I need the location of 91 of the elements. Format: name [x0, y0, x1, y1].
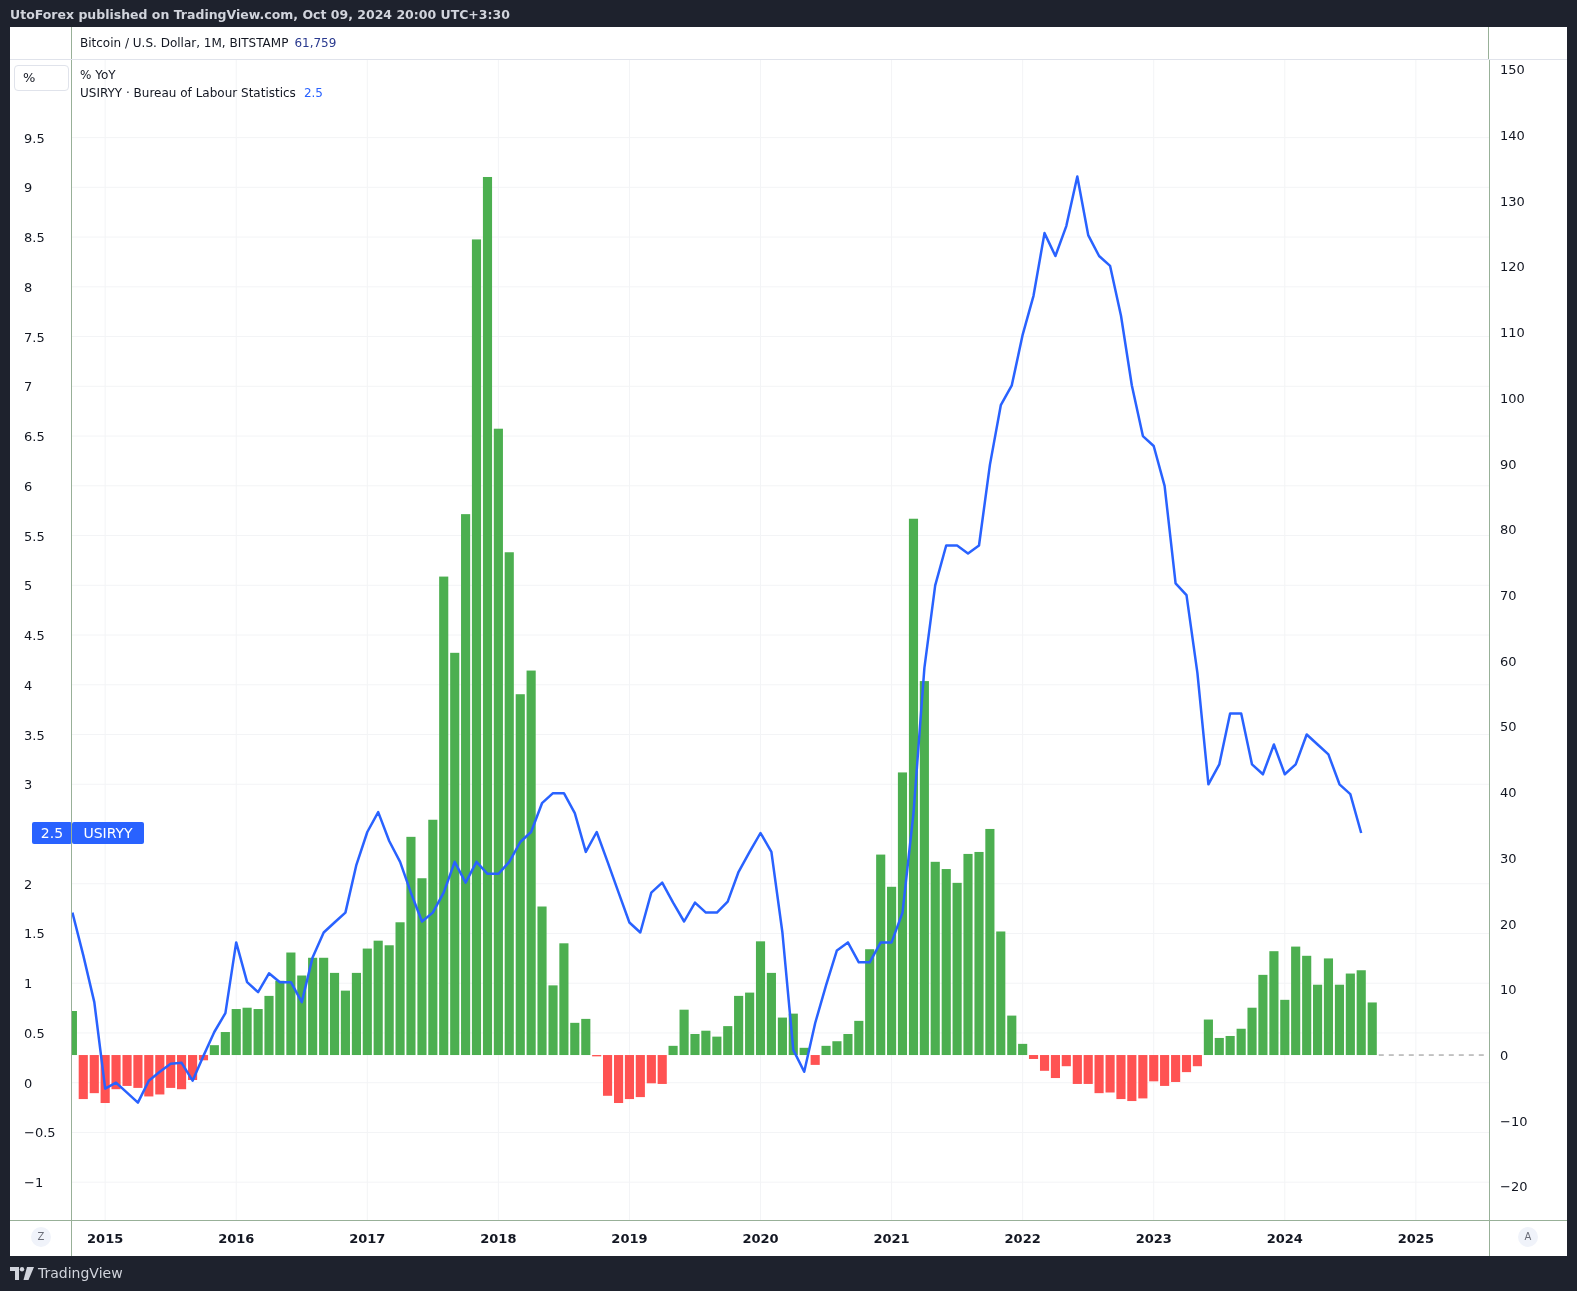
histogram-bar	[1083, 1055, 1093, 1084]
histogram-bar	[155, 1055, 165, 1095]
histogram-bar	[1116, 1055, 1126, 1100]
axis-label: 2025	[1397, 1231, 1434, 1246]
axis-label: 150	[1500, 62, 1525, 78]
axis-label: 120	[1500, 259, 1525, 275]
axis-label: 2023	[1135, 1231, 1172, 1246]
price-value: 61,759	[294, 36, 337, 50]
histogram-bar	[1225, 1036, 1235, 1056]
axis-label: 0.5	[24, 1025, 45, 1041]
axis-label: 2017	[349, 1231, 386, 1246]
axis-label: 5	[24, 578, 33, 594]
axis-label: 130	[1500, 193, 1525, 209]
axis-label: 100	[1500, 390, 1525, 406]
histogram-bar	[122, 1055, 132, 1086]
axis-label: 3	[24, 777, 33, 793]
histogram-bar	[614, 1055, 624, 1103]
axis-label: 2022	[1004, 1231, 1041, 1246]
scale-button[interactable]: %	[14, 65, 69, 91]
histogram-bar	[1127, 1055, 1137, 1102]
axis-label: 60	[1500, 653, 1517, 669]
axis-label: 2021	[873, 1231, 910, 1246]
histogram-bar	[810, 1055, 820, 1065]
scale-toggle-button[interactable]: Z	[31, 1227, 51, 1247]
axis-label: 2015	[87, 1231, 124, 1246]
axis-label: 0	[24, 1075, 33, 1091]
legend-title: USIRYY · Bureau of Labour Statistics	[80, 85, 296, 102]
axis-label: 2020	[742, 1231, 779, 1246]
axis-label: 2019	[611, 1231, 648, 1246]
histogram-bar	[624, 1055, 634, 1100]
brand-name: TradingView	[38, 1264, 123, 1283]
axis-label: −0.5	[24, 1125, 56, 1141]
axis-label: 6	[24, 478, 33, 494]
axis-label: 40	[1500, 785, 1517, 801]
axis-value-label: 2.5	[32, 822, 72, 844]
logo-icon	[10, 1266, 34, 1281]
axis-label: 9	[24, 180, 33, 196]
histogram-bar	[1313, 984, 1323, 1056]
axis-label: 3.5	[24, 727, 45, 743]
histogram-bar	[242, 1007, 252, 1056]
axis-label: 6.5	[24, 429, 45, 445]
axis-label: 8	[24, 279, 33, 295]
histogram-bar	[1105, 1055, 1115, 1093]
axis-label: 5.5	[24, 528, 45, 544]
axis-label: 50	[1500, 719, 1517, 735]
axis-label: 1	[24, 976, 33, 992]
histogram-bar	[821, 1045, 831, 1056]
histogram-bar	[701, 1030, 711, 1056]
publication-caption: UtoForex published on TradingView.com, Oct 09, 2024 20:00 UTC+3:30	[9, 6, 511, 24]
legend-title: % YoY	[80, 67, 116, 84]
histogram-bar	[1334, 984, 1345, 1056]
axis-label: 8.5	[24, 230, 45, 246]
histogram-bar	[166, 1055, 176, 1088]
histogram-bar	[100, 1055, 110, 1103]
legend-value: 2.5	[303, 85, 323, 102]
axis-label: 2018	[480, 1231, 517, 1246]
scale-toggle-button[interactable]: A	[1518, 1227, 1538, 1247]
axis-label: 110	[1500, 325, 1525, 341]
histogram-bar	[264, 995, 274, 1056]
axis-label: −20	[1500, 1179, 1528, 1195]
histogram-bar	[1094, 1055, 1104, 1094]
axis-label: 10	[1500, 982, 1517, 998]
axis-label: 90	[1500, 456, 1517, 472]
series-name-label: USIRYY	[72, 822, 144, 844]
axis-label: 7.5	[24, 329, 45, 345]
histogram-bar	[177, 1055, 187, 1090]
axis-label: 20	[1500, 916, 1517, 932]
axis-label: 1.5	[24, 926, 45, 942]
axis-label: −1	[24, 1175, 44, 1191]
legend-label: USIRYY	[83, 825, 134, 841]
axis-label: 80	[1500, 522, 1517, 538]
histogram-bar	[253, 1009, 263, 1056]
axis-label: −10	[1500, 1113, 1528, 1129]
histogram-bar	[89, 1055, 99, 1094]
axis-label: 4	[24, 677, 33, 693]
histogram-bar	[133, 1055, 143, 1088]
axis-label: 0	[1500, 1048, 1509, 1064]
histogram-bar	[340, 990, 350, 1056]
axis-label: 70	[1500, 588, 1517, 603]
axis-label: 4.5	[24, 628, 45, 644]
symbol-title: Bitcoin / U.S. Dollar, 1M, BITSTAMP	[80, 36, 289, 50]
axis-label: 9.5	[24, 130, 45, 146]
axis-label: 30	[1500, 850, 1517, 866]
histogram-bar	[111, 1055, 121, 1090]
histogram-bar	[144, 1055, 154, 1097]
histogram-bar	[1160, 1055, 1170, 1086]
axis-label: 2024	[1266, 1231, 1303, 1246]
axis-label: 7	[24, 379, 33, 395]
axis-label: 2	[24, 876, 33, 892]
axis-label: 2016	[218, 1231, 255, 1246]
axis-label: 140	[1500, 127, 1525, 143]
